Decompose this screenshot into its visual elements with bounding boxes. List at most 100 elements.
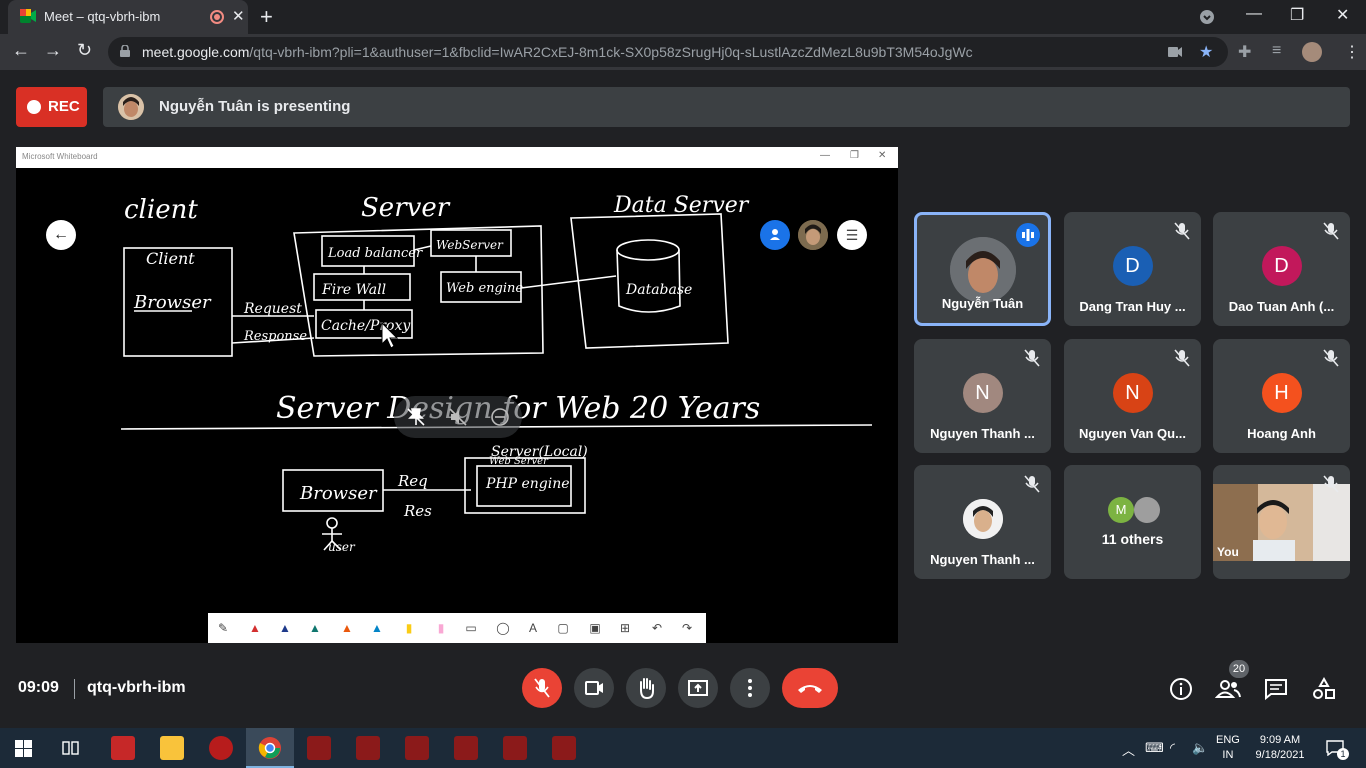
system-clock[interactable]: 9:09 AM 9/18/2021	[1252, 733, 1308, 763]
hand-icon	[640, 678, 654, 700]
camera-toggle-button[interactable]	[574, 668, 614, 708]
ime-icon[interactable]: ⌨	[1145, 740, 1164, 756]
taskbar-app-garena[interactable]	[197, 728, 245, 768]
windows-start-icon[interactable]	[15, 740, 32, 757]
taskbar-whiteboard-5[interactable]	[491, 728, 539, 768]
participant-name: Nguyễn Tuân	[941, 296, 1024, 311]
meeting-info-icon[interactable]	[1168, 676, 1194, 702]
tab-search-icon[interactable]	[1199, 9, 1215, 25]
taskbar-whiteboard-3[interactable]	[393, 728, 441, 768]
participant-tile-dang-tran-huy[interactable]: D Dang Tran Huy ...	[1064, 212, 1201, 326]
taskbar-app-flash[interactable]	[99, 728, 147, 768]
leave-call-button[interactable]	[782, 668, 838, 708]
close-tab-icon[interactable]: ✕	[232, 7, 245, 25]
task-view-icon[interactable]	[62, 740, 80, 756]
participant-tile-nguyen-thanh-2[interactable]: Nguyen Thanh ...	[914, 465, 1051, 579]
taskbar-whiteboard-6[interactable]	[540, 728, 588, 768]
presenting-banner: Nguyễn Tuân is presenting	[103, 87, 1350, 127]
chat-icon[interactable]	[1263, 676, 1289, 702]
speaking-indicator-icon	[1016, 223, 1040, 247]
activities-icon[interactable]	[1311, 676, 1337, 702]
app-window-icon	[503, 736, 527, 760]
taskbar-chrome[interactable]	[246, 728, 294, 768]
language-indicator[interactable]: ENG IN	[1216, 733, 1240, 763]
app-window-icon	[454, 736, 478, 760]
remove-icon[interactable]	[490, 407, 510, 427]
extensions-puzzle-icon[interactable]: ✚	[1238, 42, 1251, 62]
participant-tile-nguyen-tuan[interactable]: Nguyễn Tuân	[914, 212, 1051, 326]
browser-menu-icon[interactable]: ⋮	[1344, 42, 1360, 62]
taskbar-whiteboard-2[interactable]	[344, 728, 392, 768]
label-res: Res	[403, 502, 432, 520]
forward-arrow-icon[interactable]: →	[44, 40, 62, 61]
participant-name: Dao Tuan Anh (...	[1228, 299, 1335, 314]
participant-name: Nguyen Van Qu...	[1079, 426, 1186, 441]
raise-hand-button[interactable]	[626, 668, 666, 708]
video-camera-icon	[585, 681, 603, 695]
reload-icon[interactable]: ↻	[77, 40, 92, 61]
hang-up-icon	[798, 685, 822, 693]
participant-photo	[962, 499, 1003, 539]
profile-avatar[interactable]	[1302, 42, 1322, 62]
taskbar-whiteboard-4[interactable]	[442, 728, 490, 768]
browser-tab-meet[interactable]: Meet – qtq-vbrh-ibm ✕	[8, 0, 248, 34]
participant-name: Nguyen Thanh ...	[930, 426, 1035, 441]
present-screen-button[interactable]	[678, 668, 718, 708]
unpin-icon[interactable]	[406, 407, 426, 427]
restore-window-icon[interactable]: ❐	[1290, 5, 1304, 25]
clock-date: 9/18/2021	[1255, 749, 1305, 761]
label-web-server: WebServer	[436, 238, 504, 252]
address-bar[interactable]: meet.google.com/qtq-vbrh-ibm?pli=1&authu…	[108, 37, 1228, 67]
participant-name: Nguyen Thanh ...	[930, 552, 1035, 567]
camera-in-use-icon[interactable]	[1168, 46, 1182, 58]
bookmark-star-icon[interactable]: ★	[1199, 42, 1213, 62]
orange-pen-icon: ▲	[341, 621, 353, 635]
microphone-toggle-button[interactable]	[522, 668, 562, 708]
presenting-text: Nguyễn Tuân is presenting	[159, 98, 351, 115]
more-options-button[interactable]	[730, 668, 770, 708]
shared-screen: Microsoft Whiteboard — ❐ ✕ client Client…	[16, 147, 898, 643]
participant-initial-avatar: D	[1112, 246, 1153, 286]
people-icon[interactable]	[1215, 676, 1241, 702]
mic-muted-icon	[1323, 349, 1339, 367]
participant-tile-dao-tuan-anh[interactable]: D Dao Tuan Anh (...	[1213, 212, 1350, 326]
image-icon: ▣	[589, 621, 601, 635]
minimize-window-icon[interactable]: —	[1246, 5, 1262, 23]
eraser-icon: ▮	[437, 621, 445, 635]
app-window-icon	[356, 736, 380, 760]
mute-audio-icon[interactable]	[448, 407, 468, 427]
close-window-icon[interactable]: ✕	[1336, 5, 1349, 25]
self-label: You	[1217, 545, 1239, 559]
participant-tile-others[interactable]: M 11 others	[1064, 465, 1201, 579]
more-vert-icon	[748, 679, 752, 697]
wb-close-icon: ✕	[878, 150, 887, 161]
participant-tile-hoang-anh[interactable]: H Hoang Anh	[1213, 339, 1350, 453]
app-window-icon	[307, 736, 331, 760]
blue-pen-icon: ▲	[279, 621, 291, 635]
language-region: IN	[1222, 749, 1234, 761]
presenter-face-icon	[118, 94, 144, 120]
media-queue-icon[interactable]: ≡	[1272, 42, 1281, 60]
green-pen-icon: ▲	[309, 621, 321, 635]
meet-favicon-icon	[20, 9, 36, 23]
tab-title: Meet – qtq-vbrh-ibm	[44, 9, 161, 24]
mic-muted-icon	[1024, 475, 1040, 493]
participant-tile-nguyen-thanh-1[interactable]: N Nguyen Thanh ...	[914, 339, 1051, 453]
lock-icon	[120, 45, 130, 57]
taskbar-file-explorer[interactable]	[148, 728, 196, 768]
participant-tile-nguyen-van-qu[interactable]: N Nguyen Van Qu...	[1064, 339, 1201, 453]
new-tab-button[interactable]: +	[260, 4, 273, 30]
whiteboard-canvas: client Client Browser Request Response S…	[16, 168, 898, 643]
wifi-icon[interactable]: ◜	[1170, 740, 1175, 756]
label-data-server-title: Data Server	[613, 193, 750, 218]
recording-indicator-icon	[210, 10, 224, 24]
volume-icon[interactable]: 🔈	[1192, 740, 1208, 756]
participant-name: Hoang Anh	[1247, 426, 1316, 441]
back-arrow-icon[interactable]: ←	[12, 40, 30, 61]
tray-expand-icon[interactable]: ︿	[1122, 740, 1135, 759]
windows-taskbar: ︿ ⌨ ◜ 🔈 ENG IN 9:09 AM 9/18/2021 1	[0, 728, 1366, 768]
taskbar-whiteboard-1[interactable]	[295, 728, 343, 768]
whiteboard-window-title: Microsoft Whiteboard	[22, 152, 98, 161]
participant-tile-you[interactable]: You	[1213, 465, 1350, 579]
recording-button[interactable]: REC	[16, 87, 87, 127]
